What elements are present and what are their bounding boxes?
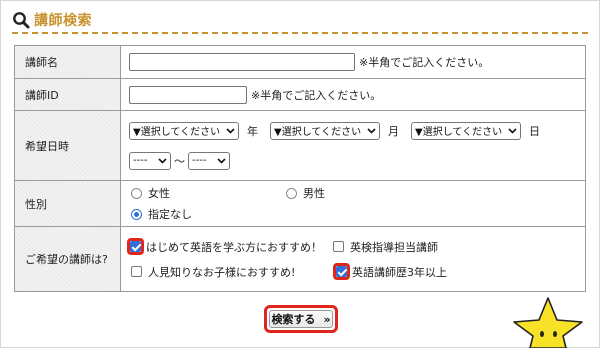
chevron-down-icon — [158, 157, 167, 164]
radio-button[interactable] — [286, 187, 297, 199]
highlight-box — [127, 238, 144, 255]
day-select[interactable]: ▼選択してください — [411, 121, 521, 140]
teacher-name-label: 講師名 — [14, 45, 121, 79]
year-unit: 年 — [247, 124, 258, 138]
gender-option-any[interactable]: 指定なし — [131, 206, 192, 222]
gender-label: 性別 — [14, 180, 121, 227]
search-button-highlight: 検索する » — [264, 305, 338, 333]
radio-button[interactable] — [131, 187, 142, 199]
star-mascot-icon — [513, 297, 583, 348]
checkbox[interactable] — [333, 241, 344, 252]
header-divider — [12, 32, 588, 36]
search-button-label: 検索する — [271, 313, 316, 326]
time-to-select[interactable]: ---- — [188, 151, 230, 170]
chevron-down-icon — [367, 127, 376, 134]
row-teacher-preference: ご希望の講師は? はじめて英語を学ぶ方におすすめ！ 英検指導担当講師 人見知りな… — [14, 226, 586, 292]
month-unit: 月 — [388, 124, 399, 138]
teacher-id-input[interactable] — [129, 85, 247, 104]
search-form-table: 講師名 ※半角でご記入ください。 講師ID ※半角でご記入ください。 希望日時 … — [14, 45, 586, 292]
search-icon — [13, 12, 30, 29]
year-select[interactable]: ▼選択してください — [129, 121, 239, 140]
row-preferred-datetime: 希望日時 ▼選択してください 年 ▼選択してください 月 ▼選択してください 日 — [14, 110, 586, 181]
row-gender: 性別 女性 男性 指定なし — [14, 180, 586, 227]
gender-option-female[interactable]: 女性 — [131, 185, 286, 201]
time-range-separator: 〜 — [174, 154, 185, 168]
chevron-down-icon — [226, 127, 235, 134]
search-button[interactable]: 検索する » — [269, 310, 333, 328]
page-title: 講師検索 — [34, 13, 92, 29]
preferred-datetime-label: 希望日時 — [14, 110, 121, 181]
pref-option-3-years[interactable]: 英語講師歴3年以上 — [333, 263, 447, 280]
teacher-preference-label: ご希望の講師は? — [14, 226, 121, 292]
checkbox[interactable] — [131, 266, 142, 277]
checkbox-checked[interactable] — [336, 266, 347, 277]
pref-option-beginner[interactable]: はじめて英語を学ぶ方におすすめ！ — [127, 238, 333, 255]
row-teacher-name: 講師名 ※半角でご記入ください。 — [14, 45, 586, 79]
day-unit: 日 — [529, 124, 540, 138]
gender-option-male[interactable]: 男性 — [286, 185, 325, 201]
teacher-id-label: 講師ID — [14, 78, 121, 111]
chevron-down-icon — [508, 127, 517, 134]
checkbox-checked[interactable] — [130, 241, 141, 252]
teacher-id-note: ※半角でご記入ください。 — [251, 88, 382, 102]
pref-option-shy-kids[interactable]: 人見知りなお子様におすすめ! — [131, 264, 333, 280]
double-chevron-right-icon: » — [323, 312, 331, 326]
row-teacher-id: 講師ID ※半角でご記入ください。 — [14, 78, 586, 111]
radio-button-selected[interactable] — [131, 208, 142, 220]
pref-option-eiken[interactable]: 英検指導担当講師 — [333, 239, 438, 255]
page-header: 講師検索 — [12, 8, 92, 32]
teacher-name-note: ※半角でご記入ください。 — [359, 56, 490, 69]
teacher-name-input[interactable] — [129, 53, 355, 71]
highlight-box — [333, 263, 350, 280]
time-from-select[interactable]: ---- — [129, 151, 171, 170]
chevron-down-icon — [217, 157, 226, 164]
month-select[interactable]: ▼選択してください — [270, 121, 380, 140]
